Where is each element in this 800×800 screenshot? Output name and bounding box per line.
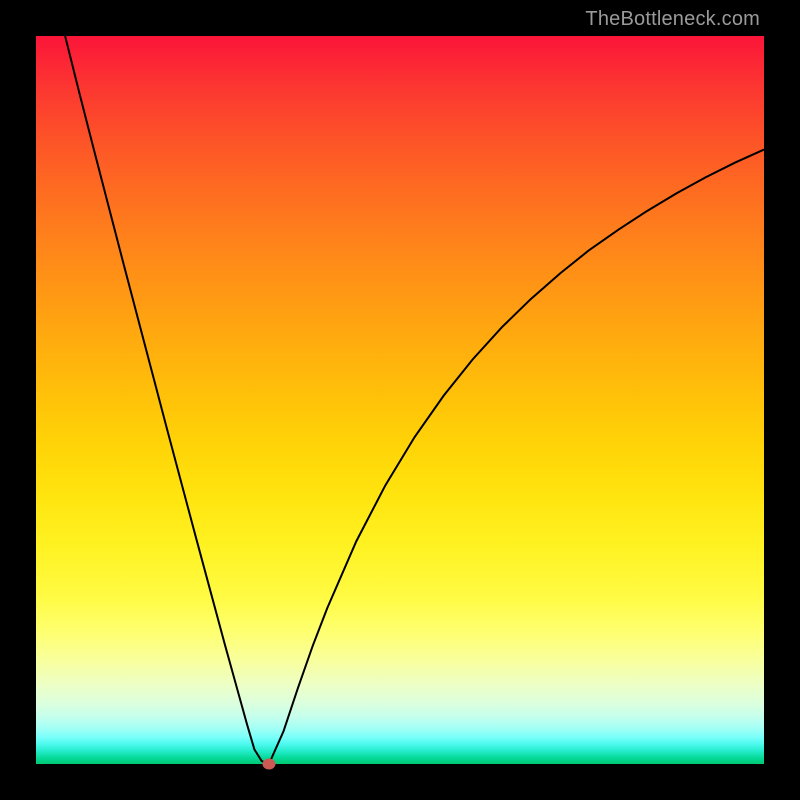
chart-frame: TheBottleneck.com [0,0,800,800]
plot-area [36,36,764,764]
bottleneck-curve [36,36,764,764]
minimum-marker [262,759,275,770]
watermark-text: TheBottleneck.com [585,8,760,31]
